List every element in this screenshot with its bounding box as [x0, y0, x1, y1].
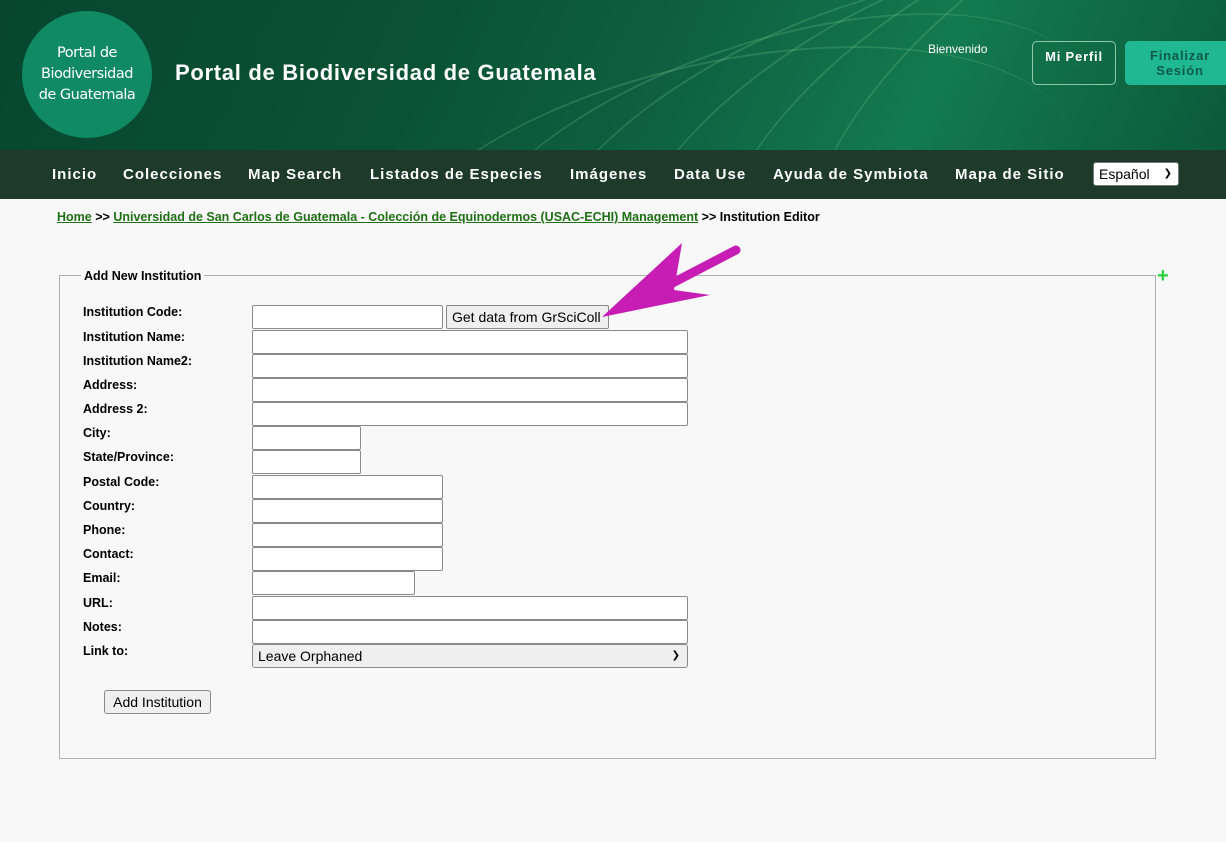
address-input[interactable] [252, 378, 688, 402]
site-logo[interactable]: Portal de Biodiversidad de Guatemala [22, 11, 152, 138]
label-state-province: State/Province: [83, 450, 175, 464]
label-phone: Phone: [83, 523, 126, 537]
welcome-text: Bienvenido [928, 42, 988, 56]
nav-item-ayuda-de-symbiota[interactable]: Ayuda de Symbiota [773, 166, 929, 183]
label-institution-name2: Institution Name2: [83, 354, 193, 368]
chevron-down-icon: ❯ [671, 650, 680, 661]
site-header: Portal de Biodiversidad de Guatemala Por… [0, 0, 1226, 150]
label-link-to: Link to: [83, 644, 129, 658]
nav-item-listados-de-especies[interactable]: Listados de Especies [370, 166, 543, 183]
breadcrumb-current: Institution Editor [719, 210, 820, 224]
email-input[interactable] [252, 571, 415, 595]
label-url: URL: [83, 596, 113, 610]
address-2-input[interactable] [252, 402, 688, 426]
nav-item-inicio[interactable]: Inicio [52, 166, 97, 183]
phone-input[interactable] [252, 523, 443, 547]
nav-item-imagenes[interactable]: Imágenes [570, 166, 647, 183]
label-email: Email: [83, 571, 121, 585]
institution-name2-input[interactable] [252, 354, 688, 378]
nav-item-colecciones[interactable]: Colecciones [123, 166, 222, 183]
breadcrumb-separator: >> [95, 210, 110, 224]
label-country: Country: [83, 499, 136, 513]
label-notes: Notes: [83, 620, 122, 634]
label-address: Address: [83, 378, 138, 392]
language-select-value: Español [1099, 166, 1150, 182]
label-institution-name: Institution Name: [83, 330, 186, 344]
logout-button[interactable]: Finalizar Sesión [1125, 41, 1226, 85]
site-title: Portal de Biodiversidad de Guatemala [175, 60, 597, 85]
logo-text: Portal de Biodiversidad de Guatemala [38, 45, 136, 103]
plus-icon[interactable]: + [1157, 266, 1169, 286]
nav-item-map-search[interactable]: Map Search [248, 166, 342, 183]
label-institution-code: Institution Code: [83, 305, 183, 319]
institution-code-input[interactable] [252, 305, 443, 329]
postal-code-input[interactable] [252, 475, 443, 499]
notes-input[interactable] [252, 620, 688, 644]
breadcrumb-home-link[interactable]: Home [57, 210, 92, 224]
main-nav: Inicio Colecciones Map Search Listados d… [0, 150, 1226, 199]
label-city: City: [83, 426, 111, 440]
link-to-select-value: Leave Orphaned [258, 648, 363, 664]
state-province-input[interactable] [252, 450, 361, 474]
city-input[interactable] [252, 426, 361, 450]
breadcrumb-separator: >> [701, 210, 717, 224]
nav-item-data-use[interactable]: Data Use [674, 166, 746, 183]
contact-input[interactable] [252, 547, 443, 571]
country-input[interactable] [252, 499, 443, 523]
breadcrumb-collection-link[interactable]: Universidad de San Carlos de Guatemala -… [113, 210, 698, 224]
url-input[interactable] [252, 596, 688, 620]
label-contact: Contact: [83, 547, 134, 561]
label-postal-code: Postal Code: [83, 475, 160, 489]
annotation-arrow-icon [602, 243, 741, 317]
chevron-down-icon: ❯ [1163, 168, 1172, 179]
language-select[interactable]: Español ❯ [1093, 162, 1179, 186]
add-institution-button[interactable]: Add Institution [104, 690, 211, 714]
fieldset-legend: Add New Institution [81, 269, 205, 283]
label-address-2: Address 2: [83, 402, 148, 416]
nav-item-mapa-de-sitio[interactable]: Mapa de Sitio [955, 166, 1065, 183]
link-to-select[interactable]: Leave Orphaned ❯ [252, 644, 688, 668]
institution-name-input[interactable] [252, 330, 688, 354]
my-profile-button[interactable]: Mi Perfil [1032, 41, 1116, 85]
breadcrumb: Home >> Universidad de San Carlos de Gua… [57, 210, 820, 224]
get-grscicoll-data-button[interactable]: Get data from GrSciColl [446, 305, 609, 329]
